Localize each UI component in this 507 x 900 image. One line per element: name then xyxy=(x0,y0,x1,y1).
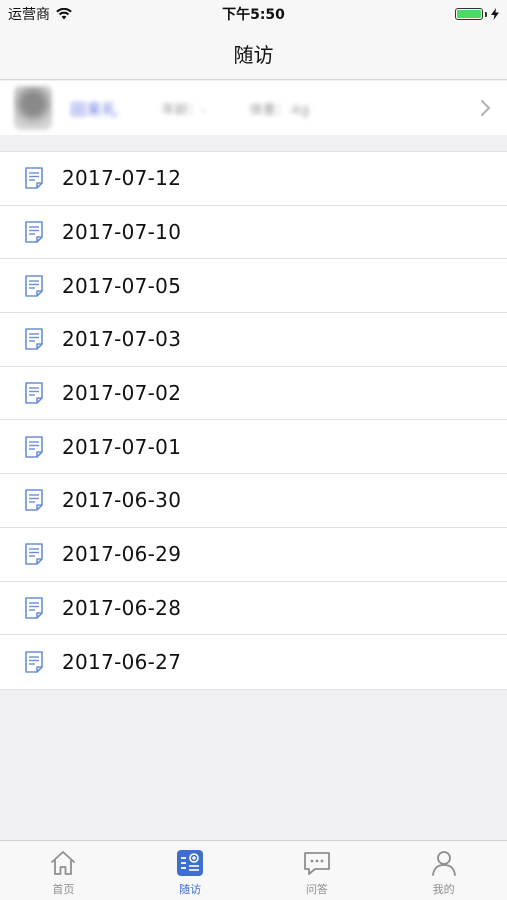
visit-date: 2017-07-03 xyxy=(62,327,182,352)
visit-date: 2017-07-02 xyxy=(62,381,182,406)
document-icon xyxy=(25,328,43,351)
document-icon xyxy=(25,382,43,404)
document-icon xyxy=(25,167,43,190)
visit-list: 2017-07-12 2017-07-10 2017-07-05 2017-07… xyxy=(0,151,507,690)
tab-bar: 首页 随访 问答 我的 xyxy=(0,840,507,900)
document-icon xyxy=(25,597,43,619)
visit-date: 2017-07-12 xyxy=(62,166,182,191)
visit-date: 2017-07-10 xyxy=(62,220,182,245)
visit-row[interactable]: 2017-06-27 xyxy=(0,635,507,689)
document-icon xyxy=(25,221,43,243)
document-icon xyxy=(25,435,43,458)
tab-label: 首页 xyxy=(52,883,75,896)
visit-row[interactable]: 2017-07-02 xyxy=(0,366,507,421)
document-icon xyxy=(25,489,43,512)
tab-home[interactable]: 首页 xyxy=(0,841,127,900)
status-time: 下午5:50 xyxy=(222,7,285,23)
visit-date: 2017-06-30 xyxy=(62,488,182,513)
visit-row[interactable]: 2017-07-05 xyxy=(0,259,507,314)
visit-row[interactable]: 2017-06-30 xyxy=(0,474,507,528)
tab-followup[interactable]: 随访 xyxy=(127,841,254,900)
page-title: 随访 xyxy=(233,43,274,67)
navigation-bar: 随访 xyxy=(0,28,507,80)
chevron-right-icon xyxy=(481,100,490,116)
tab-profile[interactable]: 我的 xyxy=(380,841,507,900)
status-left: 运营商 xyxy=(8,4,72,24)
visit-date: 2017-07-01 xyxy=(62,434,182,459)
patient-weight: 体重：-kg xyxy=(249,102,310,118)
document-icon xyxy=(25,274,43,297)
tab-qa[interactable]: 问答 xyxy=(254,841,381,900)
followup-icon xyxy=(177,850,204,876)
document-icon xyxy=(25,543,43,565)
tab-label: 我的 xyxy=(432,883,455,896)
visit-row[interactable]: 2017-07-10 xyxy=(0,205,507,260)
visit-date: 2017-06-28 xyxy=(62,595,182,620)
charging-icon xyxy=(491,8,499,20)
tab-label: 随访 xyxy=(179,883,202,896)
status-bar: 运营商 下午5:50 xyxy=(0,0,507,28)
document-icon xyxy=(25,651,43,673)
visit-row[interactable]: 2017-07-01 xyxy=(0,420,507,475)
visit-date: 2017-06-27 xyxy=(62,650,182,675)
wifi-icon xyxy=(56,8,72,20)
visit-row[interactable]: 2017-07-03 xyxy=(0,313,507,367)
profile-icon xyxy=(431,851,456,876)
patient-age: 年龄：- xyxy=(162,102,206,118)
visit-row[interactable]: 2017-07-12 xyxy=(0,152,507,206)
visit-row[interactable]: 2017-06-29 xyxy=(0,527,507,582)
patient-name: 田来礼 xyxy=(70,100,119,119)
visit-row[interactable]: 2017-06-28 xyxy=(0,581,507,636)
home-icon xyxy=(51,851,76,875)
visit-date: 2017-07-05 xyxy=(62,273,182,298)
visit-date: 2017-06-29 xyxy=(62,542,182,567)
patient-card[interactable]: 田来礼 年龄：- 体重：-kg xyxy=(0,81,507,135)
avatar xyxy=(14,86,52,130)
carrier-label: 运营商 xyxy=(8,7,50,23)
chat-icon xyxy=(303,852,330,875)
battery-icon xyxy=(455,8,499,20)
tab-label: 问答 xyxy=(305,883,328,896)
